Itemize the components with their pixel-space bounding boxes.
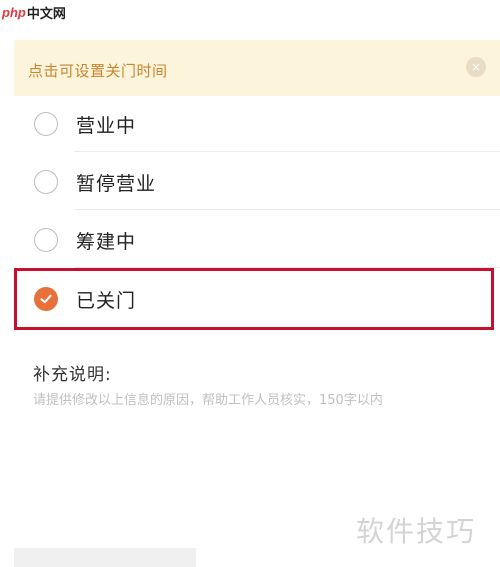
banner-text: 点击可设置关门时间	[28, 62, 168, 80]
radio-unchecked-icon[interactable]	[34, 112, 58, 136]
status-option-label: 营业中	[76, 114, 137, 137]
divider	[74, 267, 500, 268]
status-option-label: 暂停营业	[76, 172, 157, 195]
radio-unchecked-icon[interactable]	[34, 170, 58, 194]
note-title: 补充说明:	[33, 365, 112, 385]
bottom-button-area[interactable]	[14, 548, 196, 567]
note-input[interactable]	[33, 390, 478, 450]
status-option-preparing[interactable]: 筹建中	[14, 212, 500, 268]
status-option-paused[interactable]: 暂停营业	[14, 154, 500, 210]
radio-checked-icon[interactable]	[34, 287, 58, 311]
site-logo: php 中文网	[2, 2, 66, 22]
logo-php-text: php	[2, 4, 26, 20]
divider	[74, 209, 500, 210]
watermark: 软件技巧	[356, 515, 477, 548]
close-icon[interactable]: ×	[466, 57, 486, 77]
status-option-label: 已关门	[76, 289, 137, 312]
logo-cn-text: 中文网	[26, 6, 66, 22]
close-time-banner[interactable]: 点击可设置关门时间 ×	[14, 40, 500, 96]
divider	[74, 151, 500, 152]
checkmark-icon	[40, 294, 52, 304]
status-option-label: 筹建中	[76, 230, 137, 253]
radio-unchecked-icon[interactable]	[34, 228, 58, 252]
status-option-open[interactable]: 营业中	[14, 96, 500, 152]
status-option-closed[interactable]: 已关门	[14, 271, 500, 327]
